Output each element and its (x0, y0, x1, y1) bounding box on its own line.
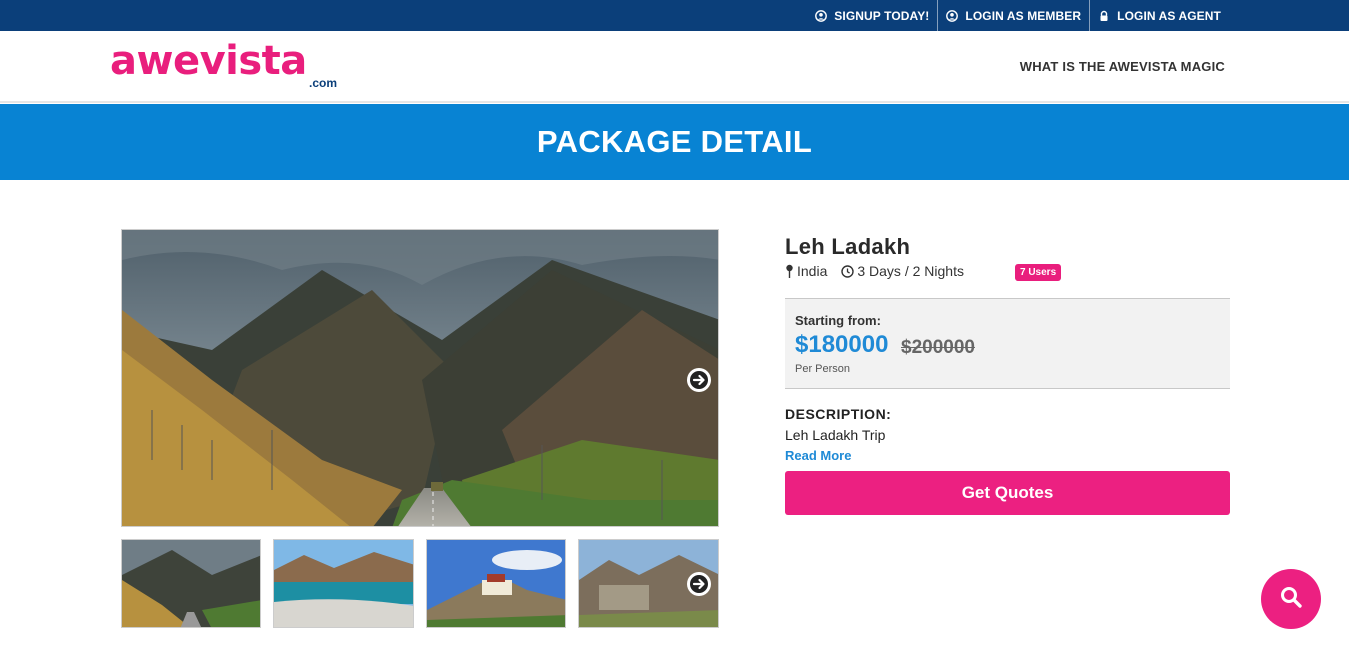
starting-label: Starting from: (795, 313, 881, 328)
thumbnails-next-button[interactable] (687, 572, 711, 596)
gallery-thumbnail[interactable] (121, 539, 261, 628)
user-circle-icon (815, 9, 828, 22)
site-header: awevista .com WHAT IS THE AWEVISTA MAGIC (0, 31, 1349, 103)
logo-wordmark: awevista (110, 38, 307, 84)
signup-link[interactable]: SIGNUP TODAY! (807, 0, 937, 31)
gallery-main-image (121, 229, 719, 527)
top-links: SIGNUP TODAY! LOGIN AS MEMBER LOGIN AS A… (807, 0, 1229, 31)
page-title: PACKAGE DETAIL (536, 124, 813, 159)
login-member-link[interactable]: LOGIN AS MEMBER (937, 0, 1089, 31)
top-bar: SIGNUP TODAY! LOGIN AS MEMBER LOGIN AS A… (0, 0, 1349, 31)
arrow-right-circle-icon (687, 572, 711, 596)
user-circle-icon (946, 9, 959, 22)
signup-label: SIGNUP TODAY! (834, 8, 930, 23)
get-quotes-button[interactable]: Get Quotes (785, 471, 1230, 515)
package-duration-group: 3 Days / 2 Nights (841, 263, 964, 279)
arrow-right-circle-icon (687, 368, 711, 392)
login-member-label: LOGIN AS MEMBER (965, 8, 1082, 23)
site-logo[interactable]: awevista .com (110, 39, 350, 91)
login-agent-link[interactable]: LOGIN AS AGENT (1089, 0, 1229, 31)
floating-search-button[interactable] (1261, 569, 1321, 629)
clock-icon (841, 264, 855, 278)
gallery-thumbnail[interactable] (578, 539, 719, 628)
gallery-thumbnail[interactable] (273, 539, 414, 628)
old-price: $200000 (901, 337, 975, 358)
gallery-next-button[interactable] (687, 368, 711, 392)
package-duration: 3 Days / 2 Nights (857, 263, 964, 279)
login-agent-label: LOGIN AS AGENT (1117, 8, 1221, 23)
package-title: Leh Ladakh (785, 234, 911, 259)
nav-awevista-magic[interactable]: WHAT IS THE AWEVISTA MAGIC (1020, 59, 1225, 74)
description-text: Leh Ladakh Trip (785, 427, 886, 443)
users-badge: 7 Users (1015, 264, 1062, 281)
read-more-link[interactable]: Read More (785, 448, 851, 463)
description-heading: DESCRIPTION: (785, 406, 892, 422)
page-banner: PACKAGE DETAIL (0, 104, 1349, 180)
map-pin-icon (785, 264, 794, 278)
lock-icon (1098, 10, 1110, 22)
per-person-label: Per Person (795, 363, 851, 375)
gallery-thumbnail[interactable] (426, 539, 566, 628)
current-price: $180000 (795, 331, 889, 358)
search-icon (1279, 585, 1303, 614)
price-box: Starting from: $180000 $200000 Per Perso… (785, 298, 1230, 389)
logo-suffix: .com (309, 76, 338, 90)
package-meta: India 3 Days / 2 Nights (785, 263, 964, 279)
package-location: India (797, 263, 828, 279)
